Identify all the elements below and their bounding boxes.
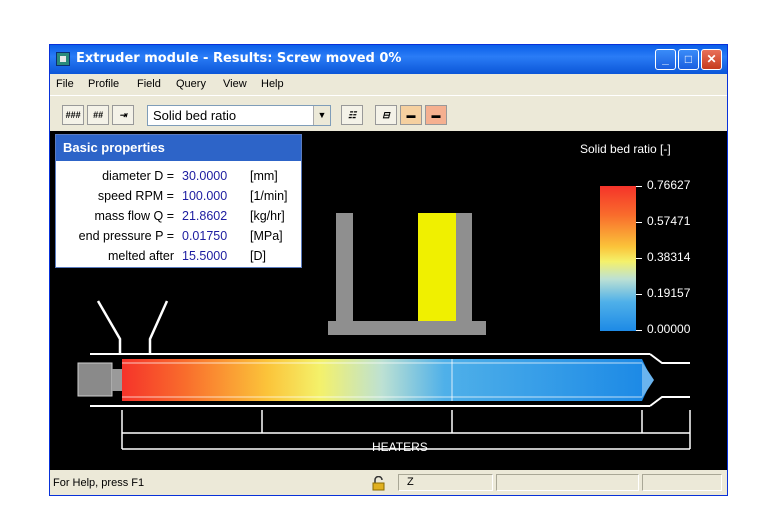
legend-tick — [636, 258, 642, 259]
property-value: 21.8602 — [182, 209, 228, 223]
field-select[interactable]: Solid bed ratio ▼ — [147, 105, 331, 126]
legend-value: 0.38314 — [647, 250, 691, 264]
status-help-text: For Help, press F1 — [53, 477, 145, 489]
hopper — [96, 300, 169, 353]
heater-alt-icon[interactable]: ▬ — [425, 105, 447, 125]
legend-value: 0.19157 — [647, 286, 691, 300]
property-label: speed RPM = — [97, 189, 174, 203]
property-value: 15.5000 — [182, 249, 228, 263]
title-bar[interactable]: Extruder module - Results: Screw moved 0… — [50, 45, 727, 74]
menu-view[interactable]: View — [223, 78, 247, 90]
property-value: 100.000 — [182, 189, 228, 203]
properties-title: Basic properties — [63, 140, 165, 155]
heaters-label: HEATERS — [372, 440, 428, 454]
legend-value: 0.00000 — [647, 322, 691, 336]
window-title: Extruder module - Results: Screw moved 0… — [76, 51, 402, 66]
menu-profile[interactable]: Profile — [88, 78, 119, 90]
property-row: mass flow Q = 21.8602 [kg/hr] — [56, 209, 301, 229]
minimize-button[interactable]: _ — [655, 49, 676, 70]
chevron-down-icon[interactable]: ▼ — [313, 106, 330, 125]
heater-icon[interactable]: ▬ — [400, 105, 422, 125]
property-row: diameter D = 30.0000 [mm] — [56, 169, 301, 189]
property-unit: [MPa] — [250, 229, 283, 243]
status-cell — [642, 474, 722, 491]
property-label: diameter D = — [102, 169, 174, 183]
legend-value: 0.57471 — [647, 214, 691, 228]
toolbar: ### ## ⇥ Solid bed ratio ▼ ☷ ⊟ ▬ ▬ — [50, 95, 727, 132]
close-button[interactable]: ✕ — [701, 49, 722, 70]
property-label: melted after — [107, 249, 174, 263]
legend-tick — [636, 186, 642, 187]
results-canvas[interactable]: HEATERS Basic properties diameter D = 30… — [50, 131, 727, 470]
hatch-icon[interactable]: ### — [62, 105, 84, 125]
menu-field[interactable]: Field — [137, 78, 161, 90]
legend-tick — [636, 222, 642, 223]
table-icon[interactable]: ☷ — [341, 105, 363, 125]
property-row: end pressure P = 0.01750 [MPa] — [56, 229, 301, 249]
screw-icon[interactable]: ⊟ — [375, 105, 397, 125]
properties-header: Basic properties — [56, 135, 301, 161]
menu-file[interactable]: File — [56, 78, 74, 90]
menu-query[interactable]: Query — [176, 78, 206, 90]
legend-tick — [636, 294, 642, 295]
property-value: 0.01750 — [182, 229, 228, 243]
property-unit: [mm] — [250, 169, 278, 183]
solid-bed-fill — [418, 213, 456, 321]
legend-tick — [636, 330, 642, 331]
sort-icon[interactable]: ⇥ — [112, 105, 134, 125]
property-label: end pressure P = — [78, 229, 174, 243]
basic-properties-panel: Basic properties diameter D = 30.0000 [m… — [55, 134, 302, 268]
status-mode: Z — [407, 476, 414, 488]
channel-cross-section — [328, 213, 486, 335]
maximize-button[interactable]: □ — [678, 49, 699, 70]
screw-body — [122, 359, 642, 401]
field-select-value: Solid bed ratio — [153, 108, 237, 123]
status-bar: For Help, press F1 Z — [50, 471, 727, 495]
legend-value: 0.76627 — [647, 178, 691, 192]
property-label: mass flow Q = — [94, 209, 174, 223]
app-icon — [56, 52, 70, 66]
drive-motor — [77, 362, 113, 397]
property-unit: [1/min] — [250, 189, 288, 203]
property-unit: [kg/hr] — [250, 209, 285, 223]
hatch-alt-icon[interactable]: ## — [87, 105, 109, 125]
property-row: speed RPM = 100.000 [1/min] — [56, 189, 301, 209]
status-cell — [496, 474, 639, 491]
property-unit: [D] — [250, 249, 266, 263]
property-row: melted after 15.5000 [D] — [56, 249, 301, 269]
legend-title: Solid bed ratio [-] — [580, 142, 671, 156]
color-scale-bar — [600, 186, 636, 331]
property-value: 30.0000 — [182, 169, 228, 183]
lock-icon — [372, 476, 385, 491]
menu-help[interactable]: Help — [261, 78, 284, 90]
menu-bar: File Profile Field Query View Help — [50, 74, 727, 94]
main-window: Extruder module - Results: Screw moved 0… — [49, 44, 728, 496]
